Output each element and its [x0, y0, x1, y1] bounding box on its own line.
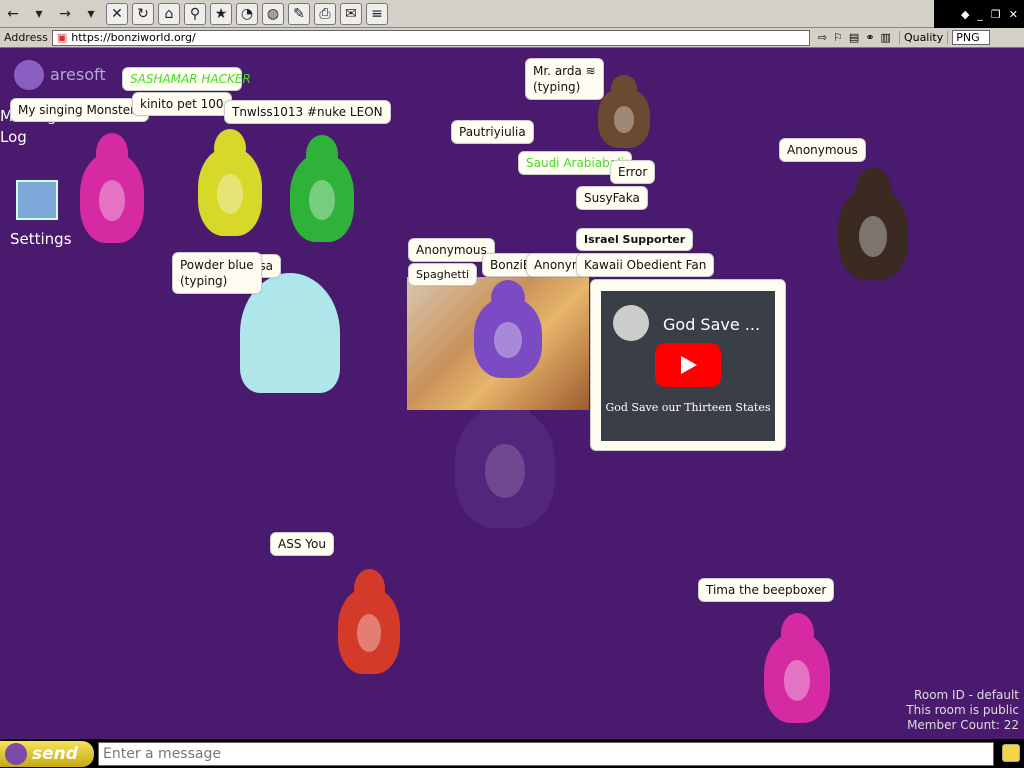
home-icon[interactable]: ⌂ [158, 2, 180, 25]
bonzi-avatar-purple[interactable] [474, 280, 542, 378]
stop-icon[interactable]: ✕ [106, 2, 128, 25]
page-icon: ▣ [56, 31, 68, 44]
channel-avatar [613, 305, 649, 341]
chat-bar: send Enter a message [0, 739, 1024, 768]
bonzi-avatar-icon [5, 743, 27, 765]
print-icon[interactable]: ⎙ [314, 2, 336, 25]
avatar-hat-man[interactable] [598, 74, 650, 148]
bonzi-avatar-pink-2[interactable] [764, 613, 830, 723]
go-icon[interactable]: ⇨ [818, 31, 827, 44]
bonzi-avatar-faded[interactable] [455, 381, 555, 528]
send-label: send [32, 744, 78, 764]
member-count: Member Count: 22 [907, 718, 1019, 732]
room-public: This room is public [906, 703, 1019, 717]
bubble-anonymous-right: Anonymous [779, 138, 866, 162]
youtube-embed[interactable]: God Save ... God Save our Thirteen State… [590, 279, 786, 451]
attach-icon[interactable] [1002, 744, 1020, 762]
settings-link[interactable]: Settings [10, 230, 72, 248]
url-field[interactable]: ▣ https://bonziworld.org/ [51, 29, 810, 46]
bonzi-avatar-yellow[interactable] [198, 128, 262, 236]
back-dropdown-icon[interactable]: ▾ [28, 3, 50, 25]
search-icon[interactable]: ⚲ [184, 2, 206, 25]
clipboard-icon[interactable]: ▥ [881, 31, 891, 44]
window-controls: ◆ _ ❐ ✕ [934, 0, 1024, 28]
settings-computer-icon[interactable] [16, 180, 58, 220]
bubble-tima: Tima the beepboxer [698, 578, 835, 602]
message-input[interactable]: Enter a message [98, 742, 994, 766]
room-id: Room ID - default [914, 688, 1019, 702]
address-bar: Address ▣ https://bonziworld.org/ ⇨ ⚐ ▤ … [0, 28, 1024, 48]
bubble-susyfaka: SusyFaka [576, 186, 648, 210]
notes-icon[interactable]: ≡ [366, 2, 388, 25]
favorites-icon[interactable]: ★ [210, 2, 232, 25]
url-text: https://bonziworld.org/ [71, 31, 196, 44]
bubble-arda: Mr. arda ≋ (typing) [525, 58, 604, 100]
edit-icon[interactable]: ✎ [288, 2, 310, 25]
history-icon[interactable]: ◔ [236, 2, 258, 25]
avatar-brown[interactable] [838, 167, 908, 280]
play-icon[interactable] [655, 343, 721, 387]
room-info: Room ID - default This room is public Me… [906, 688, 1019, 733]
bubble-powder-blue: Powder blue (typing) [172, 252, 262, 294]
video-title: God Save ... [663, 315, 761, 334]
bubble-singing: My singing Monsters [10, 98, 150, 122]
bubble-ass-you: ASS You [270, 532, 334, 556]
video-thumbnail[interactable]: God Save ... God Save our Thirteen State… [601, 291, 775, 441]
video-subtitle: God Save our Thirteen States [605, 401, 771, 414]
bubble-spaghetti: Spaghetti [408, 263, 478, 286]
refresh-icon[interactable]: ↻ [132, 2, 154, 25]
bubble-kinito: kinito pet 100 [132, 92, 232, 116]
binoculars-icon[interactable]: ⚭ [865, 31, 874, 44]
minimize-icon[interactable]: _ [977, 8, 983, 21]
save-icon[interactable]: ▤ [849, 31, 859, 44]
back-icon[interactable]: ← [2, 3, 24, 25]
message-placeholder: Enter a message [103, 746, 221, 762]
bubble-kawaii: Kawaii Obedient Fan [576, 253, 715, 277]
quality-label[interactable]: Quality [898, 31, 949, 44]
bonzi-avatar-red[interactable] [338, 569, 400, 674]
chat-room-stage: aresoft Message Log Settings SASHAMAR HA… [0, 48, 1024, 739]
close-icon[interactable]: ✕ [1009, 8, 1018, 21]
address-label: Address [4, 31, 48, 44]
send-button[interactable]: send [0, 741, 94, 767]
windows-logo-icon: ◆ [960, 7, 970, 21]
mail-icon[interactable]: ✉ [340, 2, 362, 25]
bonzi-logo-icon [14, 60, 44, 90]
bonzi-avatar-green[interactable] [290, 134, 354, 242]
restore-icon[interactable]: ❐ [991, 8, 1001, 21]
bubble-tnwlss: Tnwlss1013 #nuke LEON [224, 100, 391, 124]
globe-icon[interactable]: ◍ [262, 2, 284, 25]
format-select[interactable]: PNG [952, 30, 991, 45]
bookmark-icon[interactable]: ⚐ [833, 31, 843, 44]
forward-dropdown-icon[interactable]: ▾ [80, 3, 102, 25]
browser-toolbar: ← ▾ → ▾ ✕ ↻ ⌂ ⚲ ★ ◔ ◍ ✎ ⎙ ✉ ≡ ◆ _ ❐ ✕ [0, 0, 1024, 28]
bubble-israel-supporter: Israel Supporter [576, 228, 694, 251]
bonzi-avatar-pink[interactable] [80, 133, 144, 243]
bubble-error: Error [610, 160, 656, 184]
logo-text: aresoft [50, 65, 106, 84]
forward-icon[interactable]: → [54, 3, 76, 25]
bubble-pautriyiulia: Pautriyiulia [451, 120, 534, 144]
bubble-sashamar: SASHAMAR HACKER [122, 67, 251, 91]
